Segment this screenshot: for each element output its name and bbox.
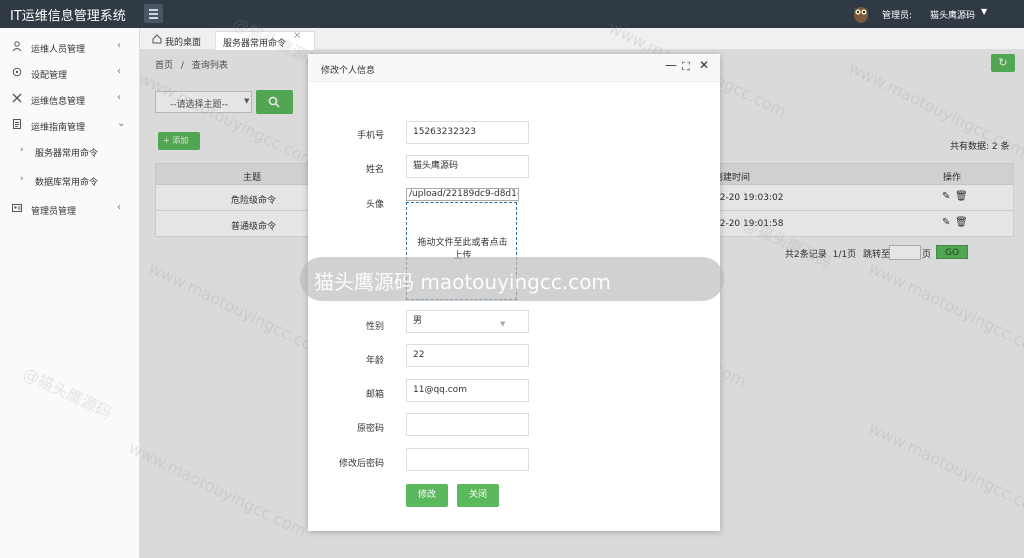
sidebar-item-ops-info[interactable]: 运维信息管理 ‹ bbox=[0, 86, 140, 112]
tab-home[interactable]: 我的桌面 bbox=[148, 31, 210, 50]
owl-avatar-icon bbox=[854, 7, 868, 23]
admin-label: 管理员: bbox=[882, 11, 913, 21]
chevron-left-icon: ‹ bbox=[117, 40, 121, 51]
old-password-label: 原密码 bbox=[356, 424, 384, 434]
hamburger-icon bbox=[149, 9, 158, 11]
age-field[interactable]: 22 bbox=[406, 344, 529, 367]
chevron-right-icon: › bbox=[20, 174, 24, 184]
chevron-right-icon: › bbox=[20, 145, 24, 155]
submit-button[interactable]: 修改 bbox=[406, 484, 448, 507]
caret-down-icon: ▼ bbox=[500, 320, 506, 328]
top-bar: IT运维信息管理系统 管理员: 猫头鹰源码 ▼ bbox=[0, 0, 1024, 28]
sidebar-subitem-label: 数据库常用命令 bbox=[35, 178, 99, 188]
chevron-down-icon: ⌄ bbox=[117, 118, 126, 129]
sidebar-item-label: 管理员管理 bbox=[31, 207, 77, 217]
user-icon bbox=[12, 41, 22, 52]
hamburger-icon-line bbox=[149, 13, 158, 15]
tab-home-label: 我的桌面 bbox=[165, 38, 202, 48]
avatar-path-field[interactable]: /upload/22189dc9-d8d1-45c bbox=[406, 188, 519, 201]
gear-icon bbox=[12, 67, 22, 77]
chevron-left-icon: ‹ bbox=[117, 66, 121, 77]
avatar-label: 头像 bbox=[365, 200, 384, 210]
tab-active-label: 服务器常用命令 bbox=[223, 39, 287, 49]
admin-icon bbox=[12, 203, 22, 213]
sidebar-item-label: 运维指南管理 bbox=[31, 123, 86, 133]
tab-close-icon[interactable]: × bbox=[293, 30, 301, 41]
maximize-icon[interactable]: ⛶ bbox=[682, 60, 690, 74]
new-password-label: 修改后密码 bbox=[338, 459, 384, 469]
admin-name-dropdown[interactable]: 猫头鹰源码 bbox=[930, 8, 975, 21]
caret-down-icon[interactable]: ▼ bbox=[981, 7, 987, 16]
sidebar-item-label: 运维人员管理 bbox=[31, 45, 86, 55]
sidebar-item-ops-guide[interactable]: 运维指南管理 ⌄ bbox=[0, 112, 140, 138]
tools-icon bbox=[12, 93, 22, 103]
sidebar-item-admins[interactable]: 管理员管理 ‹ bbox=[0, 196, 140, 222]
sidebar-subitem-db-commands[interactable]: › 数据库常用命令 bbox=[0, 167, 140, 193]
doc-icon bbox=[12, 119, 22, 129]
phone-field[interactable]: 15263232323 bbox=[406, 121, 529, 144]
sidebar: 运维人员管理 ‹ 设配管理 ‹ 运维信息管理 ‹ 运维指南管理 ⌄ › 服务器常… bbox=[0, 28, 140, 558]
home-icon bbox=[152, 34, 162, 44]
name-field[interactable]: 猫头鹰源码 bbox=[406, 155, 529, 178]
name-label: 姓名 bbox=[365, 165, 384, 175]
new-password-field[interactable] bbox=[406, 448, 529, 471]
close-button[interactable]: 关闭 bbox=[457, 484, 499, 507]
sidebar-item-label: 设配管理 bbox=[31, 71, 68, 81]
modal-header: 修改个人信息 — ⛶ ✕ bbox=[308, 54, 720, 82]
email-label: 邮箱 bbox=[365, 390, 384, 400]
sidebar-item-label: 运维信息管理 bbox=[31, 97, 86, 107]
hamburger-icon-line bbox=[149, 17, 158, 19]
old-password-field[interactable] bbox=[406, 413, 529, 436]
tab-bar: 我的桌面 服务器常用命令 × bbox=[140, 28, 1024, 50]
app-title: IT运维信息管理系统 bbox=[10, 9, 126, 24]
email-field[interactable]: 11@qq.com bbox=[406, 379, 529, 402]
gender-select[interactable]: 男 bbox=[406, 310, 529, 333]
sidebar-subitem-server-commands[interactable]: › 服务器常用命令 bbox=[0, 138, 140, 164]
chevron-left-icon: ‹ bbox=[117, 202, 121, 213]
sidebar-item-devices[interactable]: 设配管理 ‹ bbox=[0, 60, 140, 86]
watermark-banner-text: 猫头鹰源码 maotouyingcc.com bbox=[314, 270, 611, 294]
age-label: 年龄 bbox=[365, 356, 384, 366]
menu-toggle-button[interactable] bbox=[144, 4, 163, 23]
watermark-banner: 猫头鹰源码 maotouyingcc.com bbox=[300, 257, 724, 301]
close-icon[interactable]: ✕ bbox=[699, 58, 709, 72]
minimize-icon[interactable]: — bbox=[665, 58, 677, 72]
phone-label: 手机号 bbox=[356, 131, 384, 141]
gender-label: 性别 bbox=[365, 322, 384, 332]
modal-title: 修改个人信息 bbox=[321, 66, 376, 76]
chevron-left-icon: ‹ bbox=[117, 92, 121, 103]
sidebar-subitem-label: 服务器常用命令 bbox=[35, 149, 99, 159]
sidebar-item-ops-staff[interactable]: 运维人员管理 ‹ bbox=[0, 34, 140, 60]
